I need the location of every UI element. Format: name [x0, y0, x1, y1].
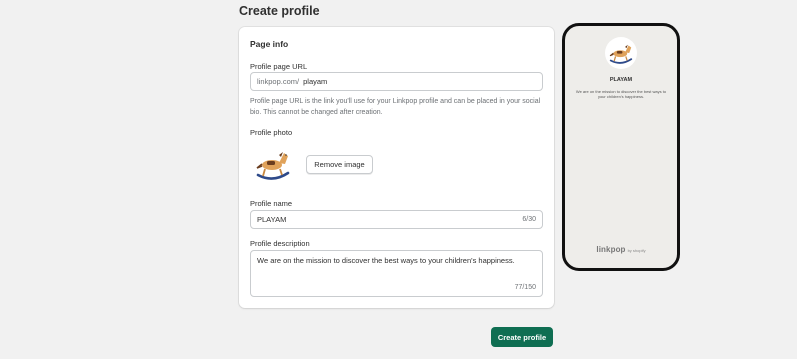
profile-name-count: 6/30 [522, 216, 536, 223]
section-title: Page info [250, 39, 289, 49]
rocking-horse-image [254, 145, 292, 183]
preview-footer: linkpop by shopify [565, 239, 677, 257]
url-value[interactable]: playam [303, 77, 327, 86]
brand-suffix: by shopify [627, 248, 646, 253]
phone-preview: PLAYAM We are on the mission to discover… [562, 23, 680, 271]
profile-description-field[interactable]: We are on the mission to discover the be… [250, 250, 543, 297]
linkpop-logo: linkpop [596, 245, 626, 254]
url-prefix: linkpop.com/ [257, 77, 300, 86]
page-title: Create profile [239, 4, 320, 18]
profile-url-field[interactable]: linkpop.com/ playam [250, 72, 543, 91]
remove-image-button[interactable]: Remove image [306, 155, 373, 174]
profile-name-value[interactable]: PLAYAM [257, 215, 286, 224]
profile-description-count: 77/150 [514, 284, 536, 291]
profile-name-label: Profile name [250, 199, 293, 208]
create-profile-button[interactable]: Create profile [491, 327, 553, 347]
profile-photo-label: Profile photo [250, 128, 293, 137]
profile-url-help: Profile page URL is the link you'll use … [250, 98, 541, 116]
profile-description-label: Profile description [250, 239, 310, 248]
profile-description-value[interactable]: We are on the mission to discover the be… [257, 256, 515, 265]
preview-name: PLAYAM [609, 77, 633, 83]
profile-name-field[interactable]: PLAYAM 6/30 [250, 210, 543, 229]
rocking-horse-icon [609, 44, 633, 64]
preview-description: We are on the mission to discover the be… [575, 89, 667, 99]
preview-avatar [605, 37, 637, 69]
page-info-card: Page info Profile page URL linkpop.com/ … [239, 27, 554, 308]
profile-url-label: Profile page URL [250, 62, 308, 71]
